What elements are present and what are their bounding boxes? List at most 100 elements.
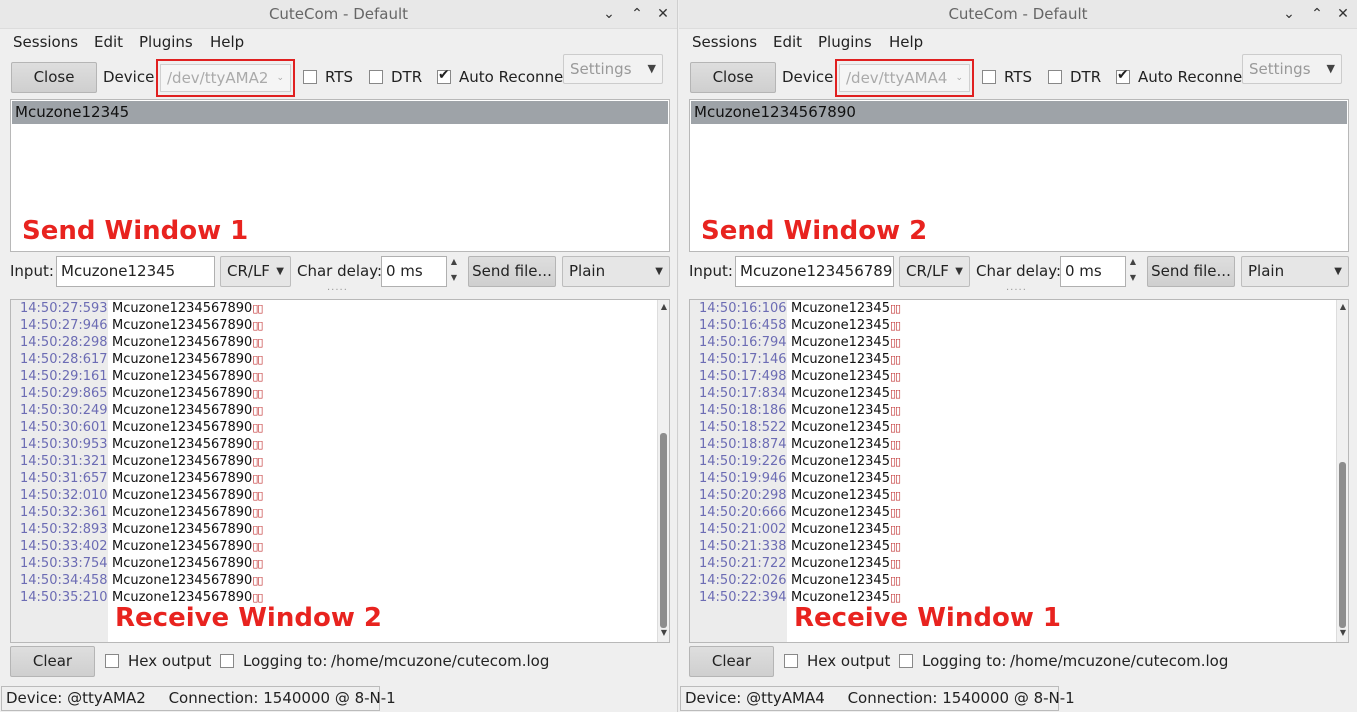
scroll-down-icon[interactable]: ▼ [1337,628,1348,640]
receive-window-annotation: Receive Window 2 [115,603,382,633]
maximize-icon[interactable]: ⌃ [625,0,649,29]
input-field[interactable]: Mcuzone12345 [56,256,215,287]
close-port-button[interactable]: Close [690,62,776,93]
receive-message: Mcuzone12345▯▯ [791,454,901,469]
receive-message: Mcuzone1234567890▯▯ [112,352,263,367]
receive-timestamp: 14:50:19:946 [699,471,787,486]
minimize-icon[interactable]: ⌄ [597,0,621,29]
receive-message: Mcuzone1234567890▯▯ [112,369,263,384]
input-label: Input: [10,262,54,280]
logging-checkbox[interactable] [220,654,234,668]
settings-button[interactable]: Settings ▼ [1242,54,1342,84]
format-select[interactable]: Plain ▼ [562,256,670,287]
scroll-up-icon[interactable]: ▲ [1337,302,1348,314]
receive-timestamp: 14:50:20:666 [699,505,787,520]
dtr-checkbox[interactable] [369,70,383,84]
maximize-icon[interactable]: ⌃ [1305,0,1329,29]
scroll-down-icon[interactable]: ▼ [658,628,669,640]
scroll-up-icon[interactable]: ▲ [658,302,669,314]
receive-output[interactable]: 14:50:27:593 Mcuzone1234567890▯▯ 14:50:27:… [10,299,670,643]
receive-message: Mcuzone1234567890▯▯ [112,539,263,554]
crlf-glyph-icon: ▯▯ [889,574,901,587]
line-end-select[interactable]: CR/LF ▼ [220,256,291,287]
menu-help[interactable]: Help [210,33,244,51]
crlf-glyph-icon: ▯▯ [889,387,901,400]
receive-message: Mcuzone12345▯▯ [791,301,901,316]
menu-edit[interactable]: Edit [94,33,123,51]
auto-reconnect-checkbox[interactable] [1116,67,1130,84]
menu-plugins[interactable]: Plugins [818,33,872,51]
triangle-down-icon: ▼ [1326,62,1335,75]
chevron-down-icon: ⌄ [276,73,284,83]
auto-reconnect-checkbox[interactable] [437,67,451,84]
send-window-annotation: Send Window 1 [22,216,249,246]
minimize-icon[interactable]: ⌄ [1277,0,1301,29]
menu-edit[interactable]: Edit [773,33,802,51]
clear-button[interactable]: Clear [10,646,95,677]
receive-timestamp: 14:50:34:458 [20,573,108,588]
format-value: Plain [1248,262,1285,280]
crlf-glyph-icon: ▯▯ [889,353,901,366]
receive-output[interactable]: 14:50:16:106 Mcuzone12345▯▯ 14:50:16:458 Mc… [689,299,1349,643]
close-port-button[interactable]: Close [11,62,97,93]
spin-down-icon[interactable]: ▼ [447,273,461,282]
receive-timestamp: 14:50:29:865 [20,386,108,401]
hex-output-label: Hex output [128,652,212,670]
spin-up-icon[interactable]: ▲ [1126,257,1140,266]
char-delay-input[interactable]: 0 ms [1060,256,1126,287]
hex-output-checkbox[interactable] [105,654,119,668]
crlf-glyph-icon: ▯▯ [252,353,263,366]
scrollbar-thumb[interactable] [1339,462,1346,628]
spin-down-icon[interactable]: ▼ [1126,273,1140,282]
vertical-scrollbar[interactable]: ▲ ▼ [657,300,669,642]
splitter-grip[interactable]: ····· [327,285,348,296]
menu-help[interactable]: Help [889,33,923,51]
menu-sessions[interactable]: Sessions [13,33,78,51]
send-history-row[interactable]: Mcuzone12345 [12,101,668,124]
receive-message: Mcuzone1234567890▯▯ [112,505,263,520]
rts-checkbox[interactable] [982,70,996,84]
clear-button[interactable]: Clear [689,646,774,677]
settings-label: Settings [1249,60,1311,78]
receive-message: Mcuzone1234567890▯▯ [112,301,263,316]
close-window-icon[interactable]: ✕ [1331,0,1355,29]
dtr-checkbox[interactable] [1048,70,1062,84]
char-delay-input[interactable]: 0 ms [381,256,447,287]
crlf-glyph-icon: ▯▯ [252,302,263,315]
input-field[interactable]: Mcuzone1234567890 [735,256,894,287]
device-label: Device: [103,68,160,86]
device-value: /dev/ttyAMA2 [167,69,269,87]
receive-timestamp: 14:50:33:754 [20,556,108,571]
receive-timestamp: 14:50:21:338 [699,539,787,554]
receive-timestamp: 14:50:21:722 [699,556,787,571]
spin-up-icon[interactable]: ▲ [447,257,461,266]
vertical-scrollbar[interactable]: ▲ ▼ [1336,300,1348,642]
receive-message: Mcuzone1234567890▯▯ [112,454,263,469]
send-history-row[interactable]: Mcuzone1234567890 [691,101,1347,124]
format-select[interactable]: Plain ▼ [1241,256,1349,287]
scrollbar-thumb[interactable] [660,433,667,628]
receive-timestamp: 14:50:18:522 [699,420,787,435]
crlf-glyph-icon: ▯▯ [252,523,263,536]
rts-checkbox[interactable] [303,70,317,84]
receive-timestamp: 14:50:28:298 [20,335,108,350]
hex-output-checkbox[interactable] [784,654,798,668]
device-select[interactable]: /dev/ttyAMA4 ⌄ [839,64,970,92]
device-select[interactable]: /dev/ttyAMA2 ⌄ [160,64,291,92]
receive-timestamp: 14:50:17:834 [699,386,787,401]
crlf-glyph-icon: ▯▯ [889,370,901,383]
menu-sessions[interactable]: Sessions [692,33,757,51]
splitter-grip[interactable]: ····· [1006,285,1027,296]
receive-message: Mcuzone12345▯▯ [791,573,901,588]
menu-plugins[interactable]: Plugins [139,33,193,51]
settings-button[interactable]: Settings ▼ [563,54,663,84]
send-file-button[interactable]: Send file... [1147,256,1235,287]
send-file-button[interactable]: Send file... [468,256,556,287]
receive-message: Mcuzone1234567890▯▯ [112,318,263,333]
device-label: Device: [782,68,839,86]
receive-message: Mcuzone12345▯▯ [791,352,901,367]
close-window-icon[interactable]: ✕ [651,0,675,29]
logging-checkbox[interactable] [899,654,913,668]
line-end-select[interactable]: CR/LF ▼ [899,256,970,287]
receive-timestamp: 14:50:32:010 [20,488,108,503]
